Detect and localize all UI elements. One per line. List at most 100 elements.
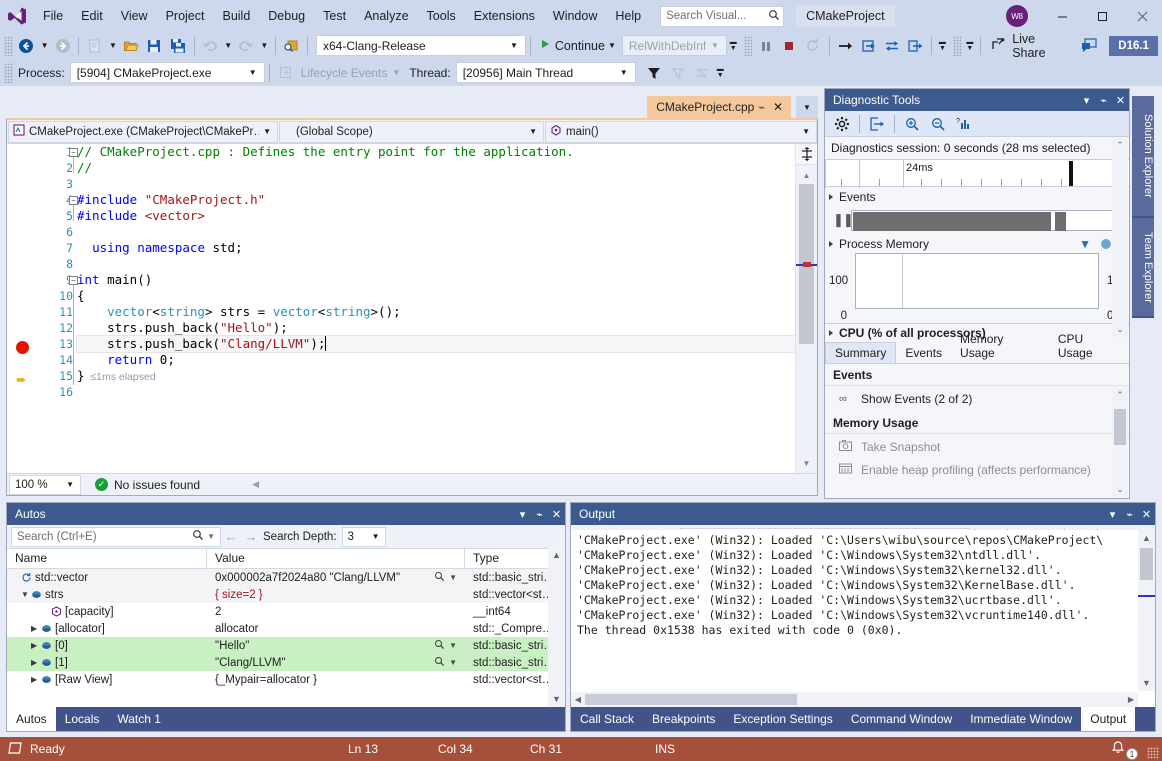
autos-search-input[interactable]: Search (Ctrl+E) ▼ xyxy=(11,526,221,547)
undo-icon[interactable] xyxy=(199,34,222,57)
cell-name[interactable]: ▼ strs xyxy=(7,589,207,601)
tab-breakpoints[interactable]: Breakpoints xyxy=(643,707,724,731)
scroll-up-arrow[interactable]: ⌃ xyxy=(1112,387,1128,403)
gear-icon[interactable] xyxy=(829,112,855,136)
issues-indicator[interactable]: ✓ No issues found xyxy=(95,478,200,492)
cell-value[interactable]: allocator xyxy=(207,623,465,635)
editor-gutter[interactable]: ➨ xyxy=(7,144,35,473)
code-line[interactable]: strs.push_back("Clang/LLVM"); xyxy=(76,335,796,353)
fold-marker-line1[interactable]: − xyxy=(69,148,78,157)
chevron-down-icon[interactable]: ▾ xyxy=(1078,89,1095,111)
tab-summary[interactable]: Summary xyxy=(825,342,897,363)
tab-watch-1[interactable]: Watch 1 xyxy=(108,707,170,731)
cell-value[interactable]: {_Mypair=allocator } xyxy=(207,674,465,686)
expander-icon[interactable]: ▶ xyxy=(31,624,41,633)
process-combo[interactable]: [5904] CMakeProject.exe ▼ xyxy=(69,62,265,83)
menu-build[interactable]: Build xyxy=(213,4,259,28)
chevron-down-icon[interactable]: ▼ xyxy=(204,532,218,541)
solution-name-chip[interactable]: CMakeProject xyxy=(796,5,895,27)
scroll-up-arrow[interactable]: ▲ xyxy=(796,167,817,183)
code-line[interactable] xyxy=(77,176,795,192)
scroll-right-arrow[interactable]: ▶ xyxy=(1124,695,1138,704)
menu-project[interactable]: Project xyxy=(157,4,214,28)
pin-icon[interactable]: ⌁ xyxy=(1095,89,1112,111)
editor-vertical-scrollbar[interactable]: ▲ ▼ xyxy=(795,144,817,473)
scroll-down-arrow[interactable]: ⌄ xyxy=(1112,481,1128,497)
scroll-down-arrow[interactable]: ▼ xyxy=(1138,675,1155,691)
menu-view[interactable]: View xyxy=(112,4,157,28)
redo-icon[interactable] xyxy=(235,34,258,57)
tab-memory-usage[interactable]: Memory Usage xyxy=(951,329,1049,363)
column-header-type[interactable]: Type xyxy=(465,549,550,568)
split-view-button[interactable] xyxy=(796,144,817,165)
menu-debug[interactable]: Debug xyxy=(259,4,314,28)
step-over-icon[interactable] xyxy=(880,34,903,57)
fold-marker-line9[interactable]: − xyxy=(69,276,78,285)
resize-grip[interactable] xyxy=(1147,747,1159,759)
close-icon[interactable]: ✕ xyxy=(1138,503,1155,525)
toolbar-overflow-3[interactable]: ▬ ▼ xyxy=(964,34,977,57)
step-into-icon[interactable] xyxy=(857,34,880,57)
cell-value[interactable]: { size=2 } xyxy=(207,589,465,601)
cell-value[interactable]: 2 xyxy=(207,606,465,618)
cell-value[interactable]: "Hello" ▼ xyxy=(207,639,465,652)
pin-icon[interactable]: ⌁ xyxy=(754,101,769,114)
search-input[interactable]: Search Visual... xyxy=(660,5,785,27)
swap-icon[interactable] xyxy=(690,61,714,84)
tab-output[interactable]: Output xyxy=(1081,707,1136,731)
avatar[interactable]: W8 xyxy=(1006,5,1028,27)
bell-icon[interactable] xyxy=(1110,740,1126,759)
vertical-tab-solution-explorer[interactable]: Solution Explorer xyxy=(1132,96,1154,218)
scroll-up-arrow[interactable]: ▲ xyxy=(548,547,565,563)
show-events-row[interactable]: ∞ Show Events (2 of 2) xyxy=(825,386,1129,412)
table-row[interactable]: ▶ [allocator] allocator std::_Compre… xyxy=(7,620,565,637)
zoom-in-icon[interactable] xyxy=(899,112,925,136)
toolbar-grip-3[interactable] xyxy=(952,35,962,56)
chevron-down-icon[interactable]: ▼ xyxy=(449,573,457,582)
new-item-dropdown[interactable]: ▼ xyxy=(107,34,120,57)
process-memory-graph[interactable] xyxy=(855,253,1099,309)
chevron-down-icon[interactable]: ▼ xyxy=(796,96,818,118)
menu-analyze[interactable]: Analyze xyxy=(355,4,417,28)
chevron-down-icon[interactable]: ▼ xyxy=(449,658,457,667)
nav-scope-combo[interactable]: (Global Scope) ▼ xyxy=(279,120,544,143)
cell-value[interactable]: 0x000002a7f2024a80 "Clang/LLVM" ▼ xyxy=(207,571,465,584)
feedback-icon[interactable] xyxy=(1076,34,1103,57)
issues-prev-arrow[interactable]: ◀ xyxy=(252,479,259,490)
filter-clear-icon[interactable] xyxy=(666,61,690,84)
search-depth-combo[interactable]: 3 ▼ xyxy=(341,526,386,547)
string-visualizer-icon[interactable] xyxy=(434,656,445,669)
code-line[interactable] xyxy=(77,384,795,400)
scrollbar-thumb[interactable] xyxy=(1140,548,1153,580)
process-memory-section-header[interactable]: Process Memory ▼ xyxy=(825,234,1129,253)
expander-icon[interactable]: ▼ xyxy=(21,590,31,599)
table-row[interactable]: ▶ [1] "Clang/LLVM" ▼ std::basic_stri… xyxy=(7,654,565,671)
close-icon[interactable]: ✕ xyxy=(769,100,787,114)
tab-locals[interactable]: Locals xyxy=(56,707,109,731)
scroll-down-arrow[interactable]: ⌄ xyxy=(1112,321,1128,337)
menu-extensions[interactable]: Extensions xyxy=(465,4,544,28)
code-line[interactable]: // CMakeProject.cpp : Defines the entry … xyxy=(77,144,795,160)
code-line[interactable]: strs.push_back("Hello"); xyxy=(77,320,795,336)
code-line[interactable]: } ≤1ms elapsed xyxy=(77,368,795,384)
menu-test[interactable]: Test xyxy=(314,4,355,28)
code-line[interactable]: #include <vector> xyxy=(77,208,795,224)
zoom-out-icon[interactable] xyxy=(925,112,951,136)
tab-events[interactable]: Events xyxy=(896,343,951,363)
chevron-down-icon[interactable]: ▾ xyxy=(1104,503,1121,525)
table-row[interactable]: ▼ strs { size=2 } std::vector<st… xyxy=(7,586,565,603)
minimize-button[interactable] xyxy=(1042,0,1082,32)
timeline-ruler[interactable]: 24ms xyxy=(825,159,1129,188)
close-button[interactable] xyxy=(1122,0,1162,32)
expander-icon[interactable]: ▶ xyxy=(31,658,41,667)
scroll-up-arrow[interactable]: ▲ xyxy=(1138,530,1155,546)
table-row[interactable]: std::vector 0x000002a7f2024a80 "Clang/LLV… xyxy=(7,569,565,586)
zoom-combo[interactable]: 100 % ▼ xyxy=(9,474,81,495)
tab-call-stack[interactable]: Call Stack xyxy=(571,707,643,731)
toolbar-grip-debug[interactable] xyxy=(4,62,13,83)
fold-marker-line4[interactable]: − xyxy=(69,196,78,205)
export-icon[interactable] xyxy=(864,112,890,136)
cell-name[interactable]: [capacity] xyxy=(7,606,207,618)
toolbar-overflow-debug[interactable]: ▬ ▼ xyxy=(714,61,727,84)
events-section-header[interactable]: Events xyxy=(825,187,1129,206)
